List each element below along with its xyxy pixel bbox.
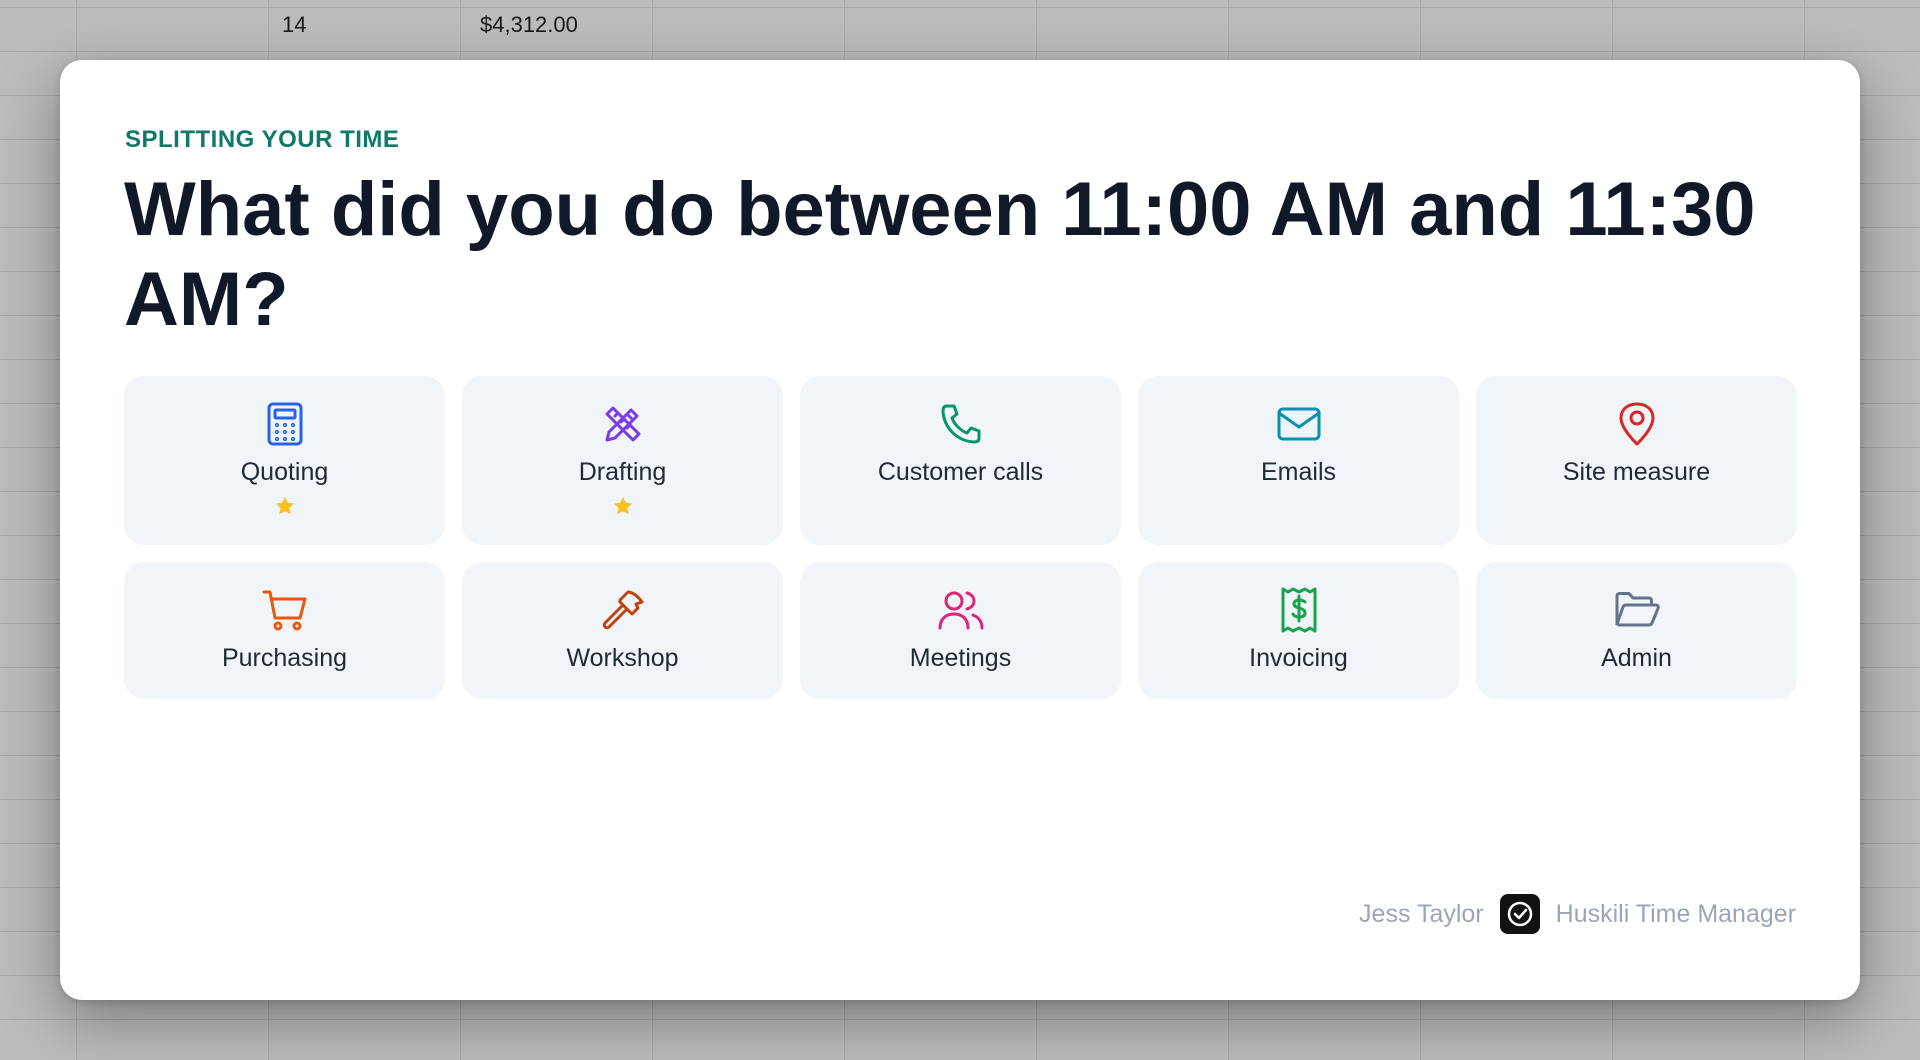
activity-label: Workshop [566,644,679,672]
activity-label: Drafting [578,458,667,486]
activity-card-purchasing[interactable]: Purchasing [124,562,445,699]
sheet-cell-amount: $4,312.00 [480,12,578,37]
activity-card-quoting[interactable]: Quoting [124,376,445,545]
activity-card-admin[interactable]: Admin [1476,562,1797,699]
modal-headline: What did you do between 11:00 AM and 11:… [124,167,1756,342]
modal-eyebrow: SPLITTING YOUR TIME [125,126,400,153]
hammer-icon [599,586,647,634]
activity-label: Admin [1601,644,1672,672]
activity-card-meetings[interactable]: Meetings [800,562,1121,699]
map-pin-icon [1613,400,1661,448]
pencil-ruler-icon [599,400,647,448]
sheet-cell-row-number: 14 [282,12,307,37]
activity-card-workshop[interactable]: Workshop [462,562,783,699]
activity-label: Meetings [909,644,1012,672]
activity-card-emails[interactable]: Emails [1138,376,1459,545]
activity-label: Customer calls [877,458,1044,486]
modal-footer: Jess Taylor Huskili Time Manager [1359,894,1796,934]
calculator-icon [261,400,309,448]
user-name: Jess Taylor [1359,899,1484,928]
mail-icon [1275,400,1323,448]
receipt-icon [1275,586,1323,634]
activity-card-invoicing[interactable]: Invoicing [1138,562,1459,699]
folder-open-icon [1613,586,1661,634]
activity-card-customer-calls[interactable]: Customer calls [800,376,1121,545]
activity-card-drafting[interactable]: Drafting [462,376,783,545]
activity-card-site-measure[interactable]: Site measure [1476,376,1797,545]
activity-grid: Quoting Drafting Customer calls Emails S… [124,376,1797,699]
activity-label: Emails [1260,458,1336,486]
cart-icon [261,586,309,634]
activity-label: Invoicing [1249,644,1348,672]
users-icon [937,586,985,634]
activity-label: Site measure [1562,458,1711,486]
app-name: Huskili Time Manager [1555,899,1796,928]
app-logo-icon [1499,894,1540,934]
time-split-modal: SPLITTING YOUR TIME What did you do betw… [60,60,1860,1000]
favorite-star-icon [275,496,294,515]
favorite-star-icon [613,496,632,515]
activity-label: Purchasing [221,644,348,672]
phone-icon [937,400,985,448]
activity-label: Quoting [240,458,329,486]
